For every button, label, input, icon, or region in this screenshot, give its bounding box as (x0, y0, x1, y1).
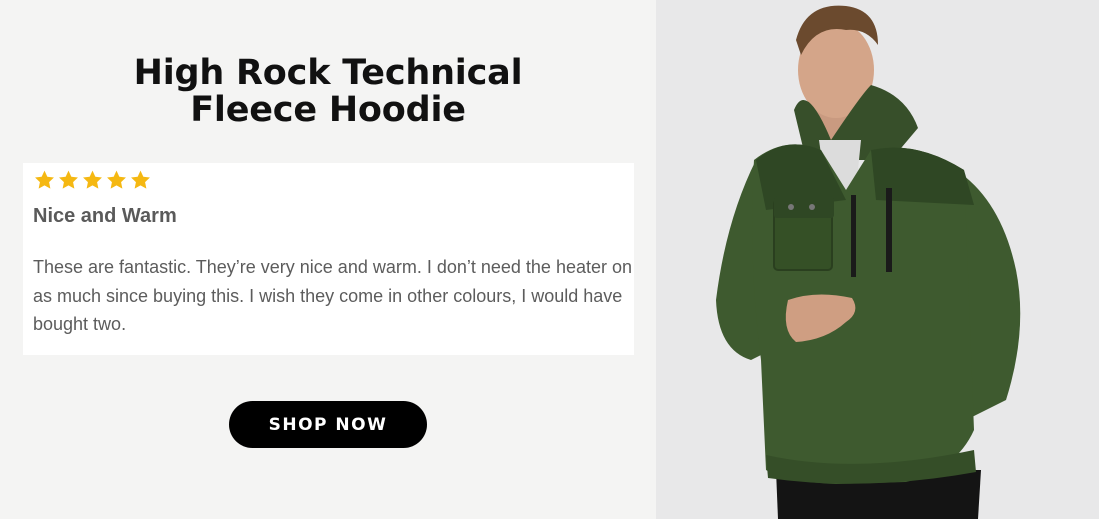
product-title-line-1: High Rock Technical (133, 53, 523, 93)
review-title: Nice and Warm (33, 205, 177, 227)
review-card: Nice and Warm These are fantastic. They’… (23, 163, 634, 355)
product-title: High Rock Technical Fleece Hoodie (100, 55, 556, 129)
star-icon (105, 169, 128, 191)
product-info-panel: High Rock Technical Fleece Hoodie Nice a… (0, 0, 656, 519)
star-icon (129, 169, 152, 191)
shop-now-button[interactable]: SHOP NOW (229, 401, 427, 448)
review-body: These are fantastic. They’re very nice a… (33, 257, 633, 334)
product-title-line-2: Fleece Hoodie (190, 90, 466, 130)
star-icon (81, 169, 104, 191)
product-photo (656, 0, 1099, 519)
star-rating (33, 169, 152, 191)
star-icon (33, 169, 56, 191)
star-icon (57, 169, 80, 191)
product-photo-icon (656, 0, 1099, 519)
